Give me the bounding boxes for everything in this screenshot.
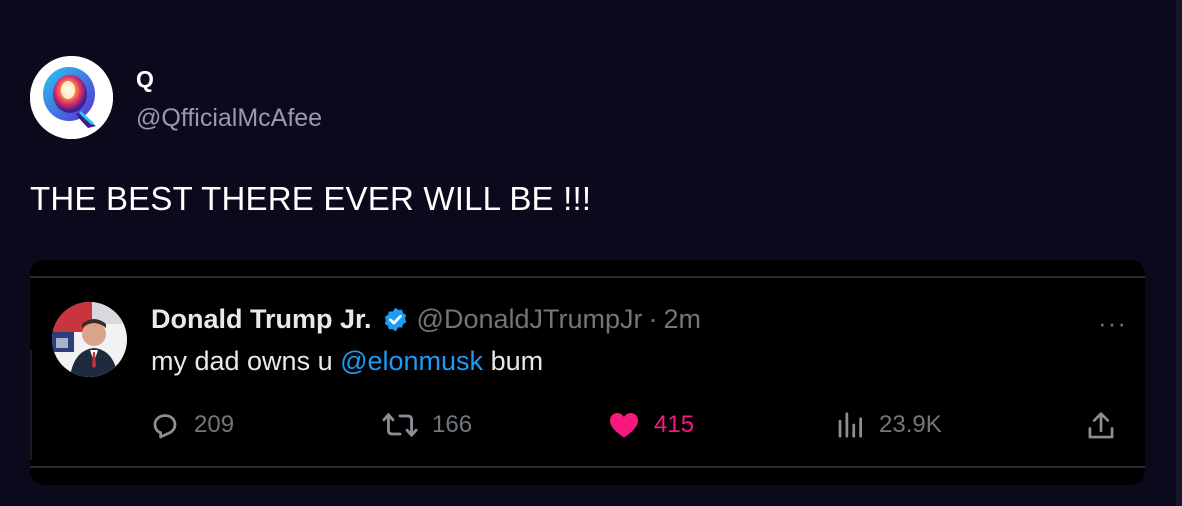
share-icon	[1088, 412, 1114, 439]
mention-link[interactable]: @elonmusk	[340, 346, 483, 376]
view-count: 23.9K	[879, 411, 942, 438]
like-count: 415	[654, 411, 695, 438]
embedded-tweet-image[interactable]: Donald Trump Jr. @DonaldJTrumpJr · 2m ··…	[30, 260, 1145, 485]
verified-badge-icon	[384, 307, 406, 332]
tweet-timestamp[interactable]: 2m	[664, 304, 702, 335]
embedded-tweet-header: Donald Trump Jr. @DonaldJTrumpJr · 2m	[151, 304, 701, 335]
retweet-icon	[382, 413, 418, 437]
embedded-tweet-text: my dad owns u @elonmusk bum	[151, 346, 543, 377]
share-button[interactable]	[1086, 410, 1116, 442]
q-logo-icon	[30, 56, 113, 139]
author-name[interactable]: Q	[136, 66, 154, 93]
separator: ·	[648, 304, 658, 334]
person-photo-icon	[52, 302, 127, 377]
embedded-author-name[interactable]: Donald Trump Jr.	[151, 304, 372, 335]
divider	[30, 466, 1145, 468]
reply-count: 209	[194, 411, 235, 438]
divider	[30, 276, 1145, 278]
divider	[30, 350, 32, 460]
profile-photo-avatar[interactable]	[52, 302, 127, 377]
retweet-button[interactable]: 166	[382, 410, 472, 440]
views-chart-icon	[838, 412, 862, 438]
more-icon[interactable]: ···	[1098, 308, 1127, 339]
like-button[interactable]: 415	[608, 410, 694, 440]
page-edge	[1176, 0, 1182, 506]
tweet-text-part: my dad owns u	[151, 346, 341, 376]
like-heart-icon	[610, 413, 638, 438]
post-text: THE BEST THERE EVER WILL BE !!!	[30, 180, 592, 217]
reply-icon	[153, 414, 177, 439]
tweet-text-part: bum	[483, 346, 544, 376]
retweet-count: 166	[432, 411, 473, 438]
reply-button[interactable]: 209	[150, 410, 234, 440]
author-handle[interactable]: @QfficialMcAfee	[136, 104, 322, 133]
views-button[interactable]: 23.9K	[835, 410, 942, 440]
q-logo-avatar[interactable]	[30, 56, 113, 139]
embedded-author-handle[interactable]: @DonaldJTrumpJr	[417, 304, 643, 335]
